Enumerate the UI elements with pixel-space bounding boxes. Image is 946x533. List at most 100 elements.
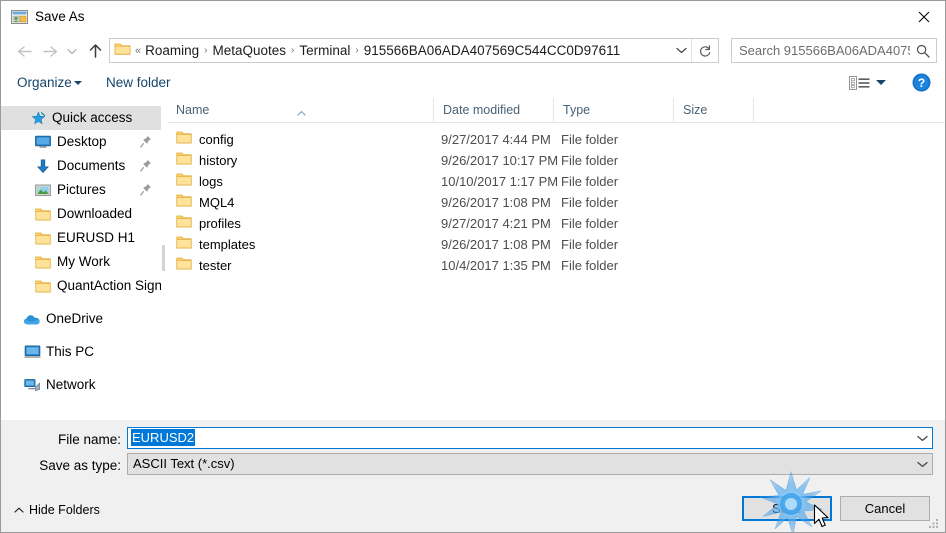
sidebar-item-downloaded[interactable]: Downloaded <box>1 202 161 226</box>
pin-icon[interactable] <box>140 135 152 148</box>
file-name-label: templates <box>199 237 256 252</box>
folder-icon <box>34 230 52 246</box>
pictures-icon <box>34 182 52 198</box>
file-name-cell: history <box>176 151 237 171</box>
close-button[interactable] <box>901 1 945 33</box>
breadcrumb-metaquotes[interactable]: MetaQuotes <box>210 40 290 62</box>
folder-icon <box>34 254 52 270</box>
chevron-down-icon[interactable] <box>74 81 82 85</box>
file-name-label: profiles <box>199 216 241 231</box>
star-pin-icon <box>29 110 47 126</box>
breadcrumb-terminal[interactable]: Terminal <box>296 40 353 62</box>
chevron-down-icon[interactable] <box>912 454 932 474</box>
column-header-date-modified[interactable]: Date modified <box>434 98 554 122</box>
table-row[interactable]: MQL4 9/26/2017 1:08 PM File folder <box>167 193 945 213</box>
resize-grip-icon[interactable] <box>929 516 939 528</box>
file-name-value-wrap: EURUSD2 <box>128 429 912 447</box>
save-as-dialog: Save As « Roaming › MetaQuotes › Termina… <box>0 0 946 533</box>
up-one-level-button[interactable] <box>83 39 107 63</box>
file-name-cell: tester <box>176 256 232 276</box>
organize-button[interactable]: Organize <box>17 73 72 92</box>
pin-icon[interactable] <box>140 159 152 172</box>
table-row[interactable]: tester 10/4/2017 1:35 PM File folder <box>167 256 945 276</box>
sidebar-item-desktop[interactable]: Desktop <box>1 130 161 154</box>
column-label: Type <box>563 103 591 117</box>
column-header-row: Name Date modified Type Size <box>167 98 945 123</box>
file-name-cell: profiles <box>176 214 241 234</box>
chevron-up-icon <box>13 506 25 514</box>
onedrive-cloud-icon <box>23 311 41 327</box>
save-as-type-label: Save as type: <box>39 458 121 473</box>
file-date-cell: 10/10/2017 1:17 PM <box>441 174 559 189</box>
sidebar-item-onedrive[interactable]: OneDrive <box>1 307 161 331</box>
refresh-icon[interactable] <box>691 39 718 62</box>
sidebar-label: Desktop <box>57 134 107 149</box>
title-bar: Save As <box>1 1 945 35</box>
splitter-grip-icon <box>162 245 165 271</box>
sidebar-item-eurusd-h1[interactable]: EURUSD H1 <box>1 226 161 250</box>
table-row[interactable]: logs 10/10/2017 1:17 PM File folder <box>167 172 945 192</box>
command-toolbar: Organize New folder ? <box>1 67 945 98</box>
forward-button[interactable] <box>39 39 63 63</box>
sidebar-divider <box>1 298 161 307</box>
navigation-bar: « Roaming › MetaQuotes › Terminal › 9155… <box>1 34 945 67</box>
file-name-input[interactable]: EURUSD2 <box>127 427 933 449</box>
folder-icon <box>176 193 192 213</box>
desktop-icon <box>34 134 52 150</box>
sidebar-label: OneDrive <box>46 311 104 326</box>
help-icon[interactable]: ? <box>912 73 931 92</box>
column-header-name[interactable]: Name <box>167 98 434 122</box>
recent-locations-button[interactable] <box>63 39 81 63</box>
column-label: Date modified <box>443 103 521 117</box>
folder-icon <box>176 256 192 276</box>
chevron-down-icon[interactable] <box>912 428 932 448</box>
sidebar-item-quick-access[interactable]: Quick access <box>1 106 161 130</box>
sidebar-item-documents[interactable]: Documents <box>1 154 161 178</box>
folder-icon <box>176 235 192 255</box>
pin-icon[interactable] <box>140 183 152 196</box>
breadcrumb-terminal-id[interactable]: 915566BA06ADA407569C544CC0D97611 <box>361 40 623 62</box>
save-as-type-select[interactable]: ASCII Text (*.csv) <box>127 453 933 475</box>
address-bar[interactable]: « Roaming › MetaQuotes › Terminal › 9155… <box>109 38 719 63</box>
file-name-label: File name: <box>57 432 121 447</box>
new-folder-button[interactable]: New folder <box>106 73 171 92</box>
table-row[interactable]: templates 9/26/2017 1:08 PM File folder <box>167 235 945 255</box>
breadcrumb-separator: › <box>291 44 295 56</box>
save-button[interactable]: Save <box>742 496 832 521</box>
documents-download-icon <box>34 158 52 174</box>
table-row[interactable]: config 9/27/2017 4:44 PM File folder <box>167 130 945 150</box>
table-row[interactable]: profiles 9/27/2017 4:21 PM File folder <box>167 214 945 234</box>
cancel-button[interactable]: Cancel <box>840 496 930 521</box>
address-dropdown-button[interactable] <box>671 39 691 62</box>
folder-icon <box>176 214 192 234</box>
column-header-type[interactable]: Type <box>554 98 674 122</box>
sidebar-item-this-pc[interactable]: This PC <box>1 340 161 364</box>
view-dropdown-icon[interactable] <box>876 80 886 85</box>
breadcrumb-roaming[interactable]: Roaming <box>142 40 202 62</box>
sidebar-label: Downloaded <box>57 206 133 221</box>
table-row[interactable]: history 9/26/2017 10:17 PM File folder <box>167 151 945 171</box>
svg-text:?: ? <box>918 76 925 90</box>
file-name-label: tester <box>199 258 232 273</box>
column-header-size[interactable]: Size <box>674 98 754 122</box>
sidebar-item-quantaction-signal[interactable]: QuantAction Signal <box>1 274 161 298</box>
content-area: Quick access Desktop Documents Pictures … <box>1 98 945 420</box>
sidebar-item-network[interactable]: Network <box>1 373 161 397</box>
search-input[interactable]: Search 915566BA06ADA40756... <box>731 38 937 63</box>
sidebar-item-my-work[interactable]: My Work <box>1 250 161 274</box>
file-type-cell: File folder <box>561 195 619 210</box>
sidebar-item-pictures[interactable]: Pictures <box>1 178 161 202</box>
file-date-cell: 9/26/2017 1:08 PM <box>441 195 551 210</box>
hide-folders-label: Hide Folders <box>29 503 100 517</box>
view-layout-icon[interactable] <box>849 74 871 92</box>
file-name-label: config <box>199 132 234 147</box>
window-title: Save As <box>35 9 85 24</box>
folder-icon <box>34 206 52 222</box>
file-type-cell: File folder <box>561 132 619 147</box>
breadcrumb-separator: › <box>355 44 359 56</box>
file-name-cell: templates <box>176 235 255 255</box>
network-icon <box>23 377 41 393</box>
hide-folders-button[interactable]: Hide Folders <box>13 502 100 518</box>
back-button[interactable] <box>11 39 35 63</box>
folder-icon <box>176 130 192 150</box>
